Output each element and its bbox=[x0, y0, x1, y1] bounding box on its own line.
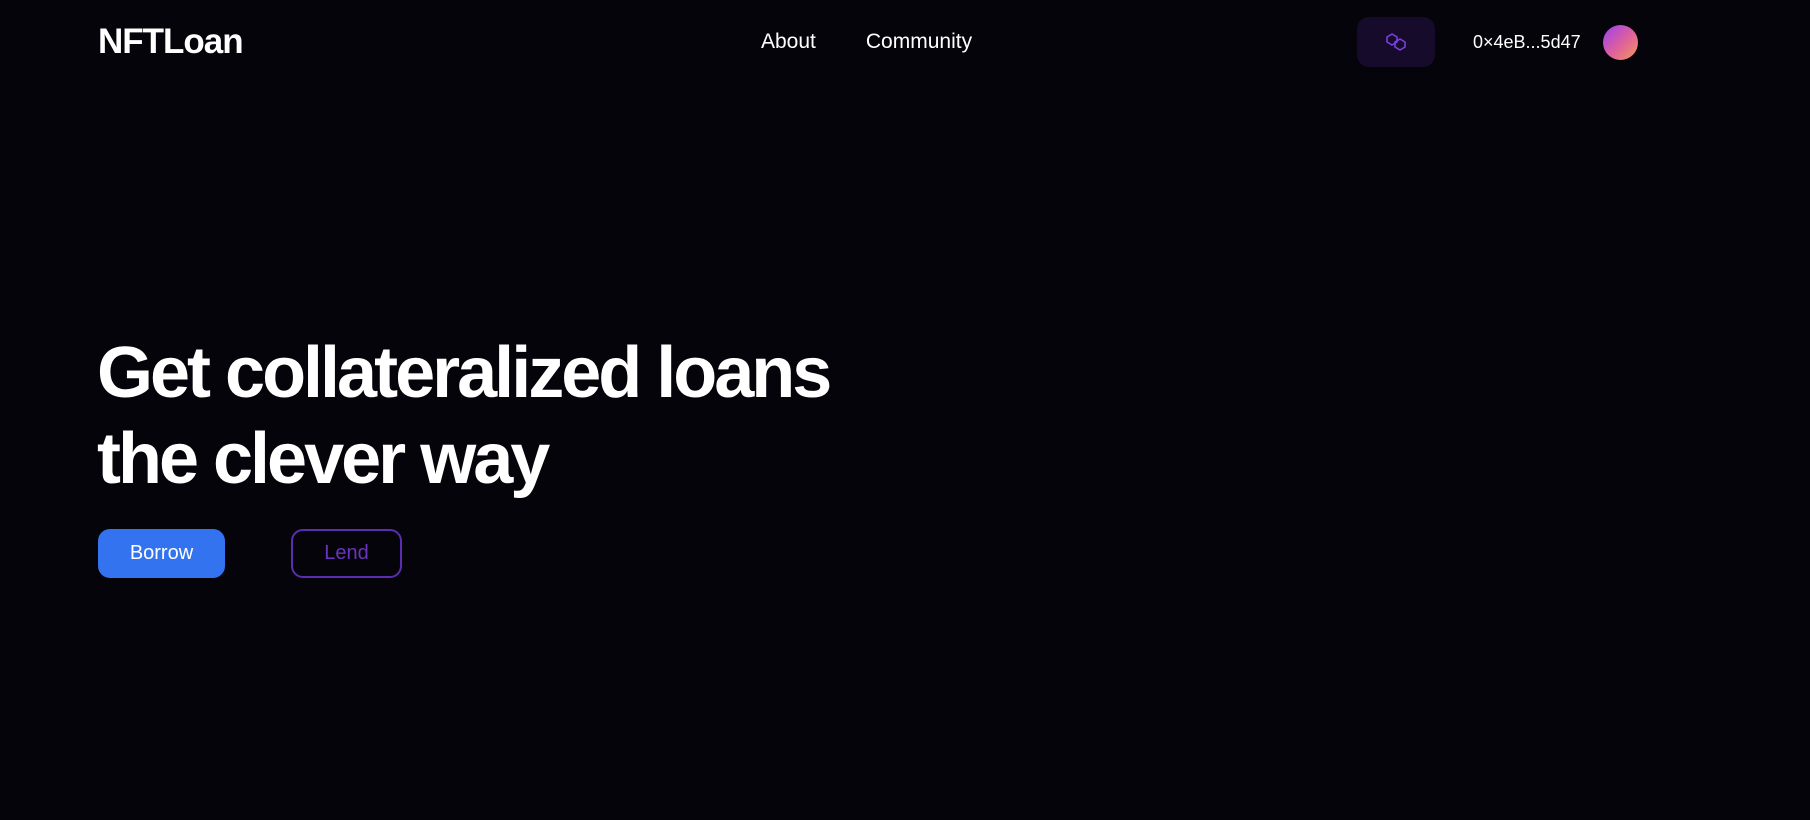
nav-community-link[interactable]: Community bbox=[866, 28, 972, 56]
page: NFTLoan About Community 0×4eB...5d47 Get… bbox=[0, 0, 1810, 820]
nav-about-link[interactable]: About bbox=[761, 28, 816, 56]
logo[interactable]: NFTLoan bbox=[98, 20, 244, 64]
polygon-icon bbox=[1386, 33, 1406, 51]
hero-title-line-2: the clever way bbox=[97, 419, 550, 499]
avatar[interactable] bbox=[1603, 25, 1638, 60]
main-nav: About Community bbox=[761, 28, 972, 56]
borrow-button[interactable]: Borrow bbox=[98, 529, 225, 578]
hero-title: Get collateralized loans the clever way bbox=[97, 330, 832, 502]
wallet-address[interactable]: 0×4eB...5d47 bbox=[1473, 30, 1581, 54]
network-selector-button[interactable] bbox=[1357, 17, 1435, 67]
lend-button[interactable]: Lend bbox=[291, 529, 402, 578]
hero-title-line-1: Get collateralized loans bbox=[97, 333, 832, 413]
